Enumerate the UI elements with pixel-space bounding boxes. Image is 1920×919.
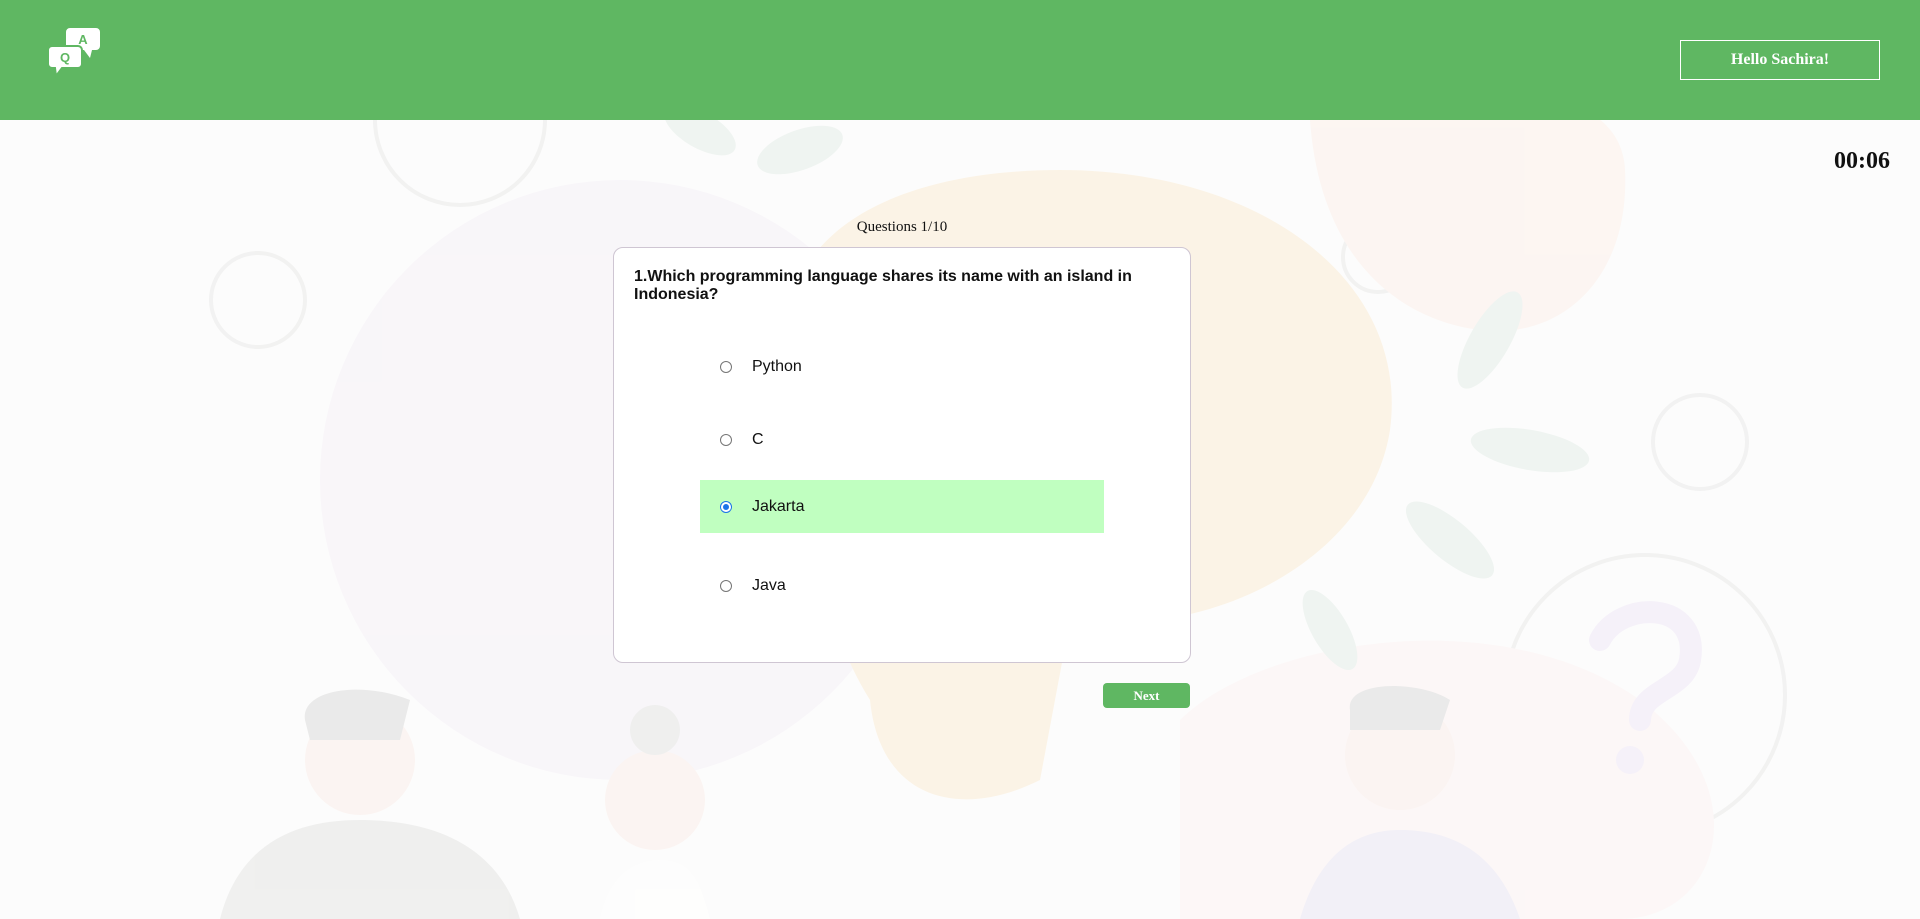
qa-chat-bubbles-icon[interactable]: A Q [48,24,104,80]
radio-button[interactable] [720,433,732,446]
question-counter: Questions 1/10 [856,219,948,235]
next-button[interactable]: Next [1103,683,1190,708]
answer-option-python[interactable]: Python [700,340,1104,393]
top-header: A Q Hello Sachira! [0,0,1920,120]
answer-option-label: Python [752,357,802,375]
answer-option-label: Jakarta [752,497,805,515]
quiz-timer: 00:06 [1834,148,1890,174]
question-text: 1.Which programming language shares its … [634,268,1132,303]
radio-button[interactable] [720,360,732,373]
quiz-page: A Q Hello Sachira! 00:06 Questions 1/10 … [0,0,1920,919]
answer-option-java[interactable]: Java [700,559,1104,612]
radio-button[interactable] [720,579,732,592]
radio-button-selected[interactable] [720,500,732,513]
answer-option-label: C [752,430,764,448]
answer-option-c[interactable]: C [700,413,1104,466]
answer-option-label: Java [752,576,786,594]
logo-letter-a: A [78,32,88,47]
logo-letter-q: Q [60,50,70,65]
user-greeting-button[interactable]: Hello Sachira! [1680,40,1880,80]
question-card: 1.Which programming language shares its … [613,247,1191,663]
answer-option-jakarta[interactable]: Jakarta [700,480,1104,533]
